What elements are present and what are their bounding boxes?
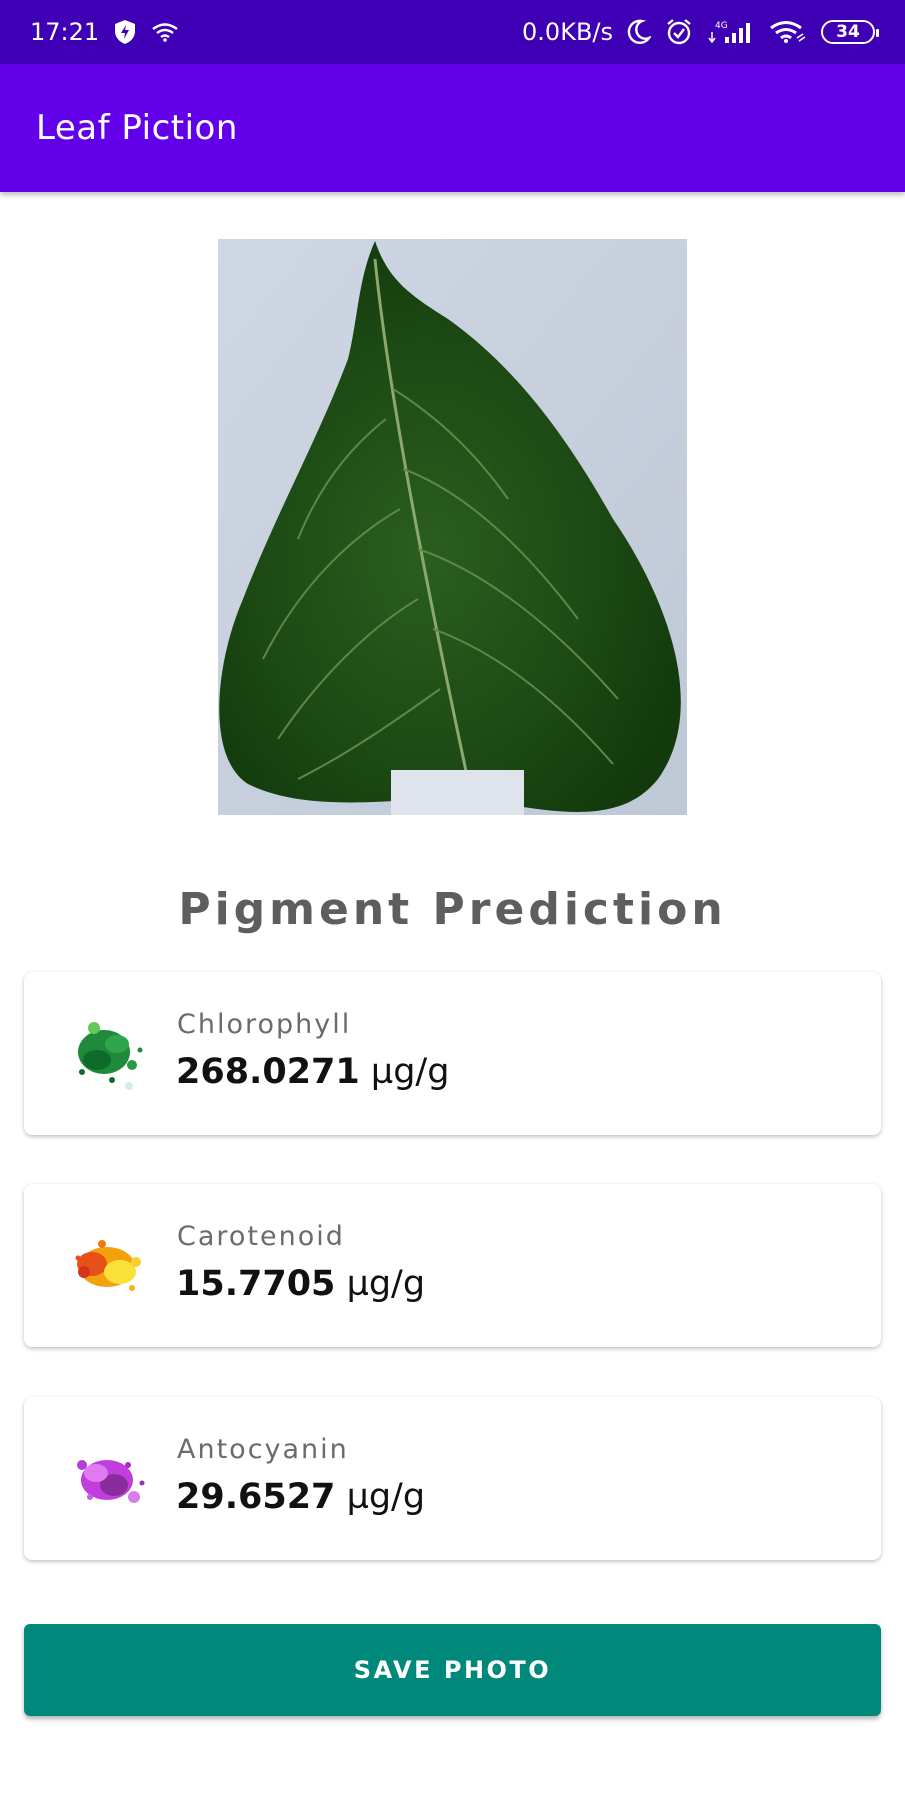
pigment-unit: µg/g: [346, 1264, 426, 1304]
pigment-label: Chlorophyll: [177, 1009, 352, 1040]
status-bar-left: 17:21: [30, 18, 179, 46]
green-paint-splash-icon: [62, 1010, 162, 1100]
pigment-number: 29.6527: [176, 1477, 336, 1517]
battery-icon: 34: [821, 20, 879, 44]
app-bar: Leaf Piction: [0, 64, 905, 192]
signal-icon: 4G: [707, 19, 755, 45]
pigment-number: 268.0271: [176, 1052, 360, 1092]
wifi-icon: [769, 20, 807, 44]
purple-paint-splash-icon: [62, 1435, 162, 1525]
orange-paint-splash-icon: [62, 1222, 162, 1312]
pigment-card-chlorophyll: Chlorophyll 268.0271 µg/g: [24, 972, 881, 1135]
save-photo-button[interactable]: SAVE PHOTO: [24, 1624, 881, 1716]
pigment-value: 15.7705 µg/g: [176, 1264, 425, 1304]
pigment-value: 29.6527 µg/g: [176, 1477, 425, 1517]
pigment-card-antocyanin: Antocyanin 29.6527 µg/g: [24, 1397, 881, 1560]
battery-level: 34: [836, 22, 860, 42]
shield-icon: [113, 19, 137, 45]
status-bar: 17:21 0.0KB/s 4G 34: [0, 0, 905, 64]
moon-icon: [627, 19, 651, 45]
status-bar-right: 0.0KB/s 4G 34: [522, 18, 879, 46]
pigment-number: 15.7705: [176, 1264, 336, 1304]
network-type: 4G: [715, 21, 728, 31]
pigment-label: Antocyanin: [177, 1434, 349, 1465]
pigment-value: 268.0271 µg/g: [176, 1052, 449, 1092]
leaf-photo: [218, 239, 687, 815]
pigment-card-carotenoid: Carotenoid 15.7705 µg/g: [24, 1184, 881, 1347]
pigment-label: Carotenoid: [177, 1221, 345, 1252]
pigment-unit: µg/g: [370, 1052, 450, 1092]
network-speed: 0.0KB/s: [522, 18, 613, 46]
alarm-icon: [665, 18, 693, 46]
section-title: Pigment Prediction: [178, 884, 727, 935]
status-time: 17:21: [30, 18, 100, 46]
pigment-unit: µg/g: [346, 1477, 426, 1517]
wifi-icon: [151, 22, 179, 42]
app-title: Leaf Piction: [36, 108, 238, 148]
